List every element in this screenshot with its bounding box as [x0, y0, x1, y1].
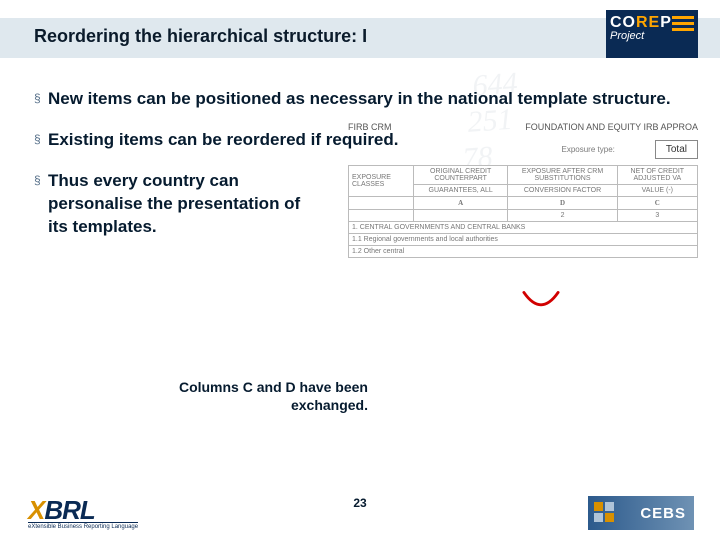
table-row-2: 1.2 Other central	[349, 246, 698, 258]
table-rowheader: EXPOSURE CLASSES	[349, 166, 414, 197]
template-preview: FIRB CRM FOUNDATION AND EQUITY IRB APPRO…	[348, 122, 698, 258]
corep-logo-text-re: RE	[636, 14, 660, 31]
smile-annotation-icon	[522, 290, 560, 312]
table-colhdr-3: GUARANTEES, ALL	[413, 185, 508, 197]
xbrl-logo-sub: eXtensible Business Reporting Language	[28, 522, 138, 530]
table-big-letter-d: D	[508, 197, 617, 210]
table-big-letter-a: A	[413, 197, 508, 210]
bullet-3-text: Thus every country can personalise the p…	[48, 170, 308, 239]
table-colhdr-4: CONVERSION FACTOR	[508, 185, 617, 197]
cebs-logo-text: CEBS	[640, 505, 686, 522]
table-colhdr-2: NET OF CREDIT ADJUSTED VA	[617, 166, 697, 185]
corep-logo: COREP Project	[606, 10, 698, 58]
cebs-squares-icon	[594, 502, 616, 524]
table-num-1: 2	[508, 210, 617, 222]
table-colhdr-5: VALUE (-)	[617, 185, 697, 197]
table-top-left: FIRB CRM	[348, 122, 392, 132]
xbrl-logo: XBRL eXtensible Business Reporting Langu…	[28, 495, 138, 530]
bullet-1: § New items can be positioned as necessa…	[34, 88, 686, 111]
bullet-marker-icon: §	[34, 170, 48, 239]
corep-logo-text-p: P	[660, 14, 672, 31]
cebs-logo: CEBS	[588, 496, 694, 530]
footer: 23 XBRL eXtensible Business Reporting La…	[0, 482, 720, 540]
bullet-marker-icon: §	[34, 88, 48, 111]
corep-logo-bars-icon	[672, 16, 694, 34]
table-colhdr-1: EXPOSURE AFTER CRM SUBSTITUTIONS	[508, 166, 617, 185]
table-row-1: 1.1 Regional governments and local autho…	[349, 234, 698, 246]
template-table: EXPOSURE CLASSES ORIGINAL CREDIT COUNTER…	[348, 165, 698, 258]
bullet-marker-icon: §	[34, 129, 48, 152]
bullet-2-text: Existing items can be reordered if requi…	[48, 129, 399, 152]
bullet-1-text: New items can be positioned as necessary…	[48, 88, 671, 111]
table-colhdr-0: ORIGINAL CREDIT COUNTERPART	[413, 166, 508, 185]
table-num-2: 3	[617, 210, 697, 222]
table-row-0: 1. CENTRAL GOVERNMENTS AND CENTRAL BANKS	[349, 222, 698, 234]
caption: Columns C and D have been exchanged.	[108, 378, 368, 414]
table-big-letter-c: C	[617, 197, 697, 210]
table-num-0	[413, 210, 508, 222]
table-top-right: FOUNDATION AND EQUITY IRB APPROA	[525, 122, 698, 132]
table-exposure-label: Exposure type:	[562, 145, 615, 154]
corep-logo-text-co: CO	[610, 14, 636, 31]
table-total-box: Total	[655, 140, 698, 159]
